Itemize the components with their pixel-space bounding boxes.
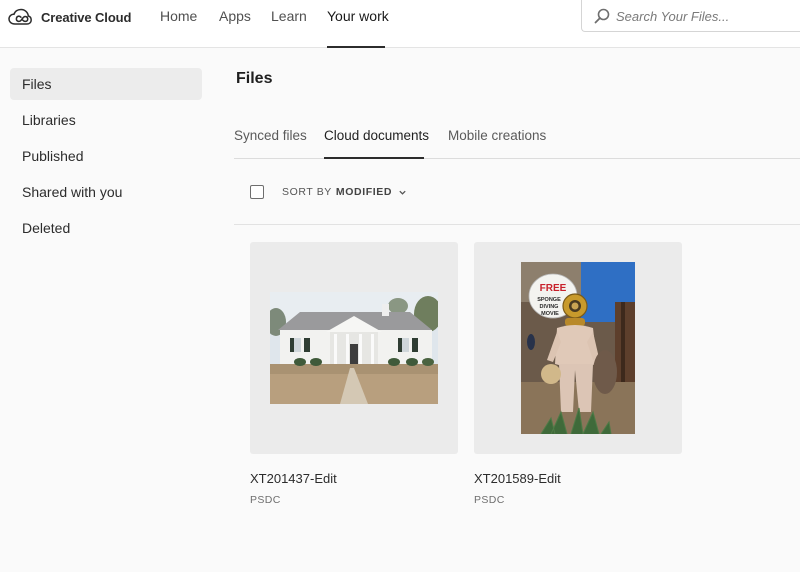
house-thumbnail-image <box>270 292 438 404</box>
tab-active-indicator <box>324 157 424 159</box>
tab-synced-files[interactable]: Synced files <box>234 128 307 143</box>
sign-text-free: FREE <box>540 283 567 294</box>
file-name[interactable]: XT201589-Edit <box>474 471 561 486</box>
search-input[interactable] <box>616 6 796 26</box>
search-icon <box>594 8 610 24</box>
sidebar-item-deleted[interactable]: Deleted <box>10 212 202 244</box>
creative-cloud-logo-icon <box>8 8 32 25</box>
file-card-thumbnail[interactable] <box>250 242 458 454</box>
sidebar-item-files[interactable]: Files <box>10 68 202 100</box>
sort-value: MODIFIED <box>335 186 393 198</box>
chevron-down-icon <box>399 190 406 195</box>
brand[interactable]: Creative Cloud <box>8 6 131 28</box>
nav-apps[interactable]: Apps <box>219 8 251 24</box>
diver-thumbnail-image: FREE SPONGE DIVING MOVIE <box>521 262 635 434</box>
app-name: Creative Cloud <box>41 9 132 25</box>
sign-text-line: MOVIE <box>541 311 559 317</box>
sign-text-line: DIVING <box>540 304 559 310</box>
search-box[interactable] <box>581 0 800 32</box>
tab-cloud-documents[interactable]: Cloud documents <box>324 128 429 143</box>
sort-dropdown[interactable]: SORT BY MODIFIED <box>282 186 407 198</box>
file-card-thumbnail[interactable]: FREE SPONGE DIVING MOVIE <box>474 242 682 454</box>
nav-home[interactable]: Home <box>160 8 197 24</box>
toolbar-divider <box>234 224 800 225</box>
file-name[interactable]: XT201437-Edit <box>250 471 337 486</box>
sidebar-item-published[interactable]: Published <box>10 140 202 172</box>
file-type: PSDC <box>250 494 281 506</box>
sort-label: SORT BY <box>282 186 332 198</box>
nav-active-indicator <box>327 46 385 48</box>
tab-mobile-creations[interactable]: Mobile creations <box>448 128 546 143</box>
sign-text-line: SPONGE <box>537 297 561 303</box>
sidebar-item-libraries[interactable]: Libraries <box>10 104 202 136</box>
tabs-divider <box>234 158 800 159</box>
nav-learn[interactable]: Learn <box>271 8 307 24</box>
file-type: PSDC <box>474 494 505 506</box>
nav-your-work[interactable]: Your work <box>327 8 389 24</box>
select-all-checkbox[interactable] <box>250 185 264 199</box>
page-title: Files <box>236 70 273 87</box>
top-bar: Creative Cloud Home Apps Learn Your work <box>0 0 800 48</box>
sidebar-item-shared-with-you[interactable]: Shared with you <box>10 176 202 208</box>
